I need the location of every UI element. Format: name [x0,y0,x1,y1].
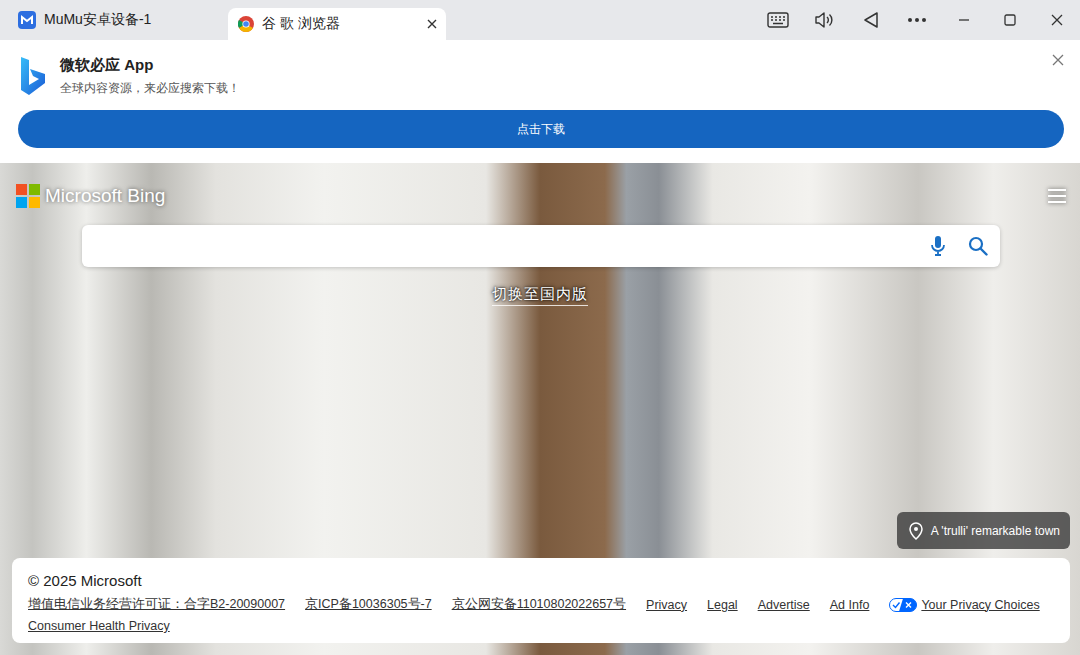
keyboard-icon[interactable] [755,0,802,40]
footer-link-text[interactable]: Your Privacy Choices [921,598,1039,612]
minimize-icon[interactable] [941,0,988,40]
footer-link[interactable]: Ad Info [830,596,870,613]
location-pin-icon [909,522,923,540]
page-bottom: A 'trulli' remarkable town © 2025 Microso… [0,512,1080,655]
search-input[interactable] [96,237,930,256]
banner-text: 微软必应 App 全球内容资源，来必应搜索下载！ [60,56,240,97]
menu-icon[interactable] [1046,187,1068,205]
tab-label[interactable]: MuMu安卓设备-1 [44,11,151,29]
footer-link-text[interactable]: 京公网安备11010802022657号 [452,596,626,613]
footer-link-text[interactable]: Advertise [758,598,810,612]
search-box [82,225,1000,267]
footer-link[interactable]: Advertise [758,596,810,613]
banner-title: 微软必应 App [60,56,240,75]
footer-link[interactable]: 增值电信业务经营许可证：合字B2-20090007 [28,596,285,613]
footer-link-text[interactable]: Ad Info [830,598,870,612]
close-icon[interactable] [426,18,438,30]
close-icon[interactable] [1034,0,1080,40]
footer-link[interactable]: Privacy [646,596,687,613]
banner-subtitle: 全球内容资源，来必应搜索下载！ [60,80,240,97]
privacy-choices-icon [889,598,917,612]
footer-links: 增值电信业务经营许可证：合字B2-20090007 京ICP备10036305号-… [28,596,1054,633]
search-icons [930,235,988,257]
footer-link[interactable]: Your Privacy Choices [889,596,1039,613]
image-location-badge[interactable]: A 'trulli' remarkable town [897,512,1070,549]
search-icon[interactable] [968,236,988,256]
maximize-icon[interactable] [987,0,1034,40]
footer-link-text[interactable]: Legal [707,598,738,612]
location-text[interactable]: A 'trulli' remarkable town [931,524,1060,538]
footer-link-text[interactable]: 增值电信业务经营许可证：合字B2-20090007 [28,596,285,613]
footer-link[interactable]: Legal [707,596,738,613]
footer-link[interactable]: Consumer Health Privacy [28,619,170,633]
footer-link-text[interactable]: Privacy [646,598,687,612]
chrome-icon [238,16,254,32]
back-icon[interactable] [848,0,895,40]
bing-page: Microsoft Bing 切换至国内版 A 'trulli' remarkabl… [0,163,1080,655]
tab-label[interactable]: 谷 歌 浏览器 [262,15,340,33]
mumu-icon [18,11,36,29]
microphone-icon[interactable] [930,235,946,257]
microsoft-icon [16,184,40,208]
more-icon[interactable] [894,0,941,40]
browser-tab[interactable]: 谷 歌 浏览器 [228,8,446,40]
browser-tab[interactable]: MuMu安卓设备-1 [0,0,228,40]
download-button[interactable]: 点击下载 [18,110,1064,148]
footer-link-text[interactable]: Consumer Health Privacy [28,619,170,633]
bing-app-icon [18,55,48,97]
footer-link[interactable]: 京ICP备10036305号-7 [305,596,432,613]
page-header: Microsoft Bing [0,163,1080,209]
footer-link-text[interactable]: 京ICP备10036305号-7 [305,596,432,613]
app-banner: 微软必应 App 全球内容资源，来必应搜索下载！ 点击下载 [0,40,1080,163]
copyright: © 2025 Microsoft [28,572,1054,589]
window-bar: MuMu安卓设备-1 谷 歌 浏览器 [0,0,1080,40]
switch-region-link[interactable]: 切换至国内版 [492,285,588,306]
banner-row: 微软必应 App 全球内容资源，来必应搜索下载！ [18,54,1064,98]
close-icon[interactable] [1052,54,1064,66]
logo-text[interactable]: Microsoft Bing [45,185,165,207]
speaker-icon[interactable] [801,0,848,40]
bing-logo[interactable]: Microsoft Bing [16,184,165,208]
footer-link[interactable]: 京公网安备11010802022657号 [452,596,626,613]
page-footer: © 2025 Microsoft 增值电信业务经营许可证：合字B2-2009000… [12,558,1070,643]
window-controls [755,0,1080,40]
